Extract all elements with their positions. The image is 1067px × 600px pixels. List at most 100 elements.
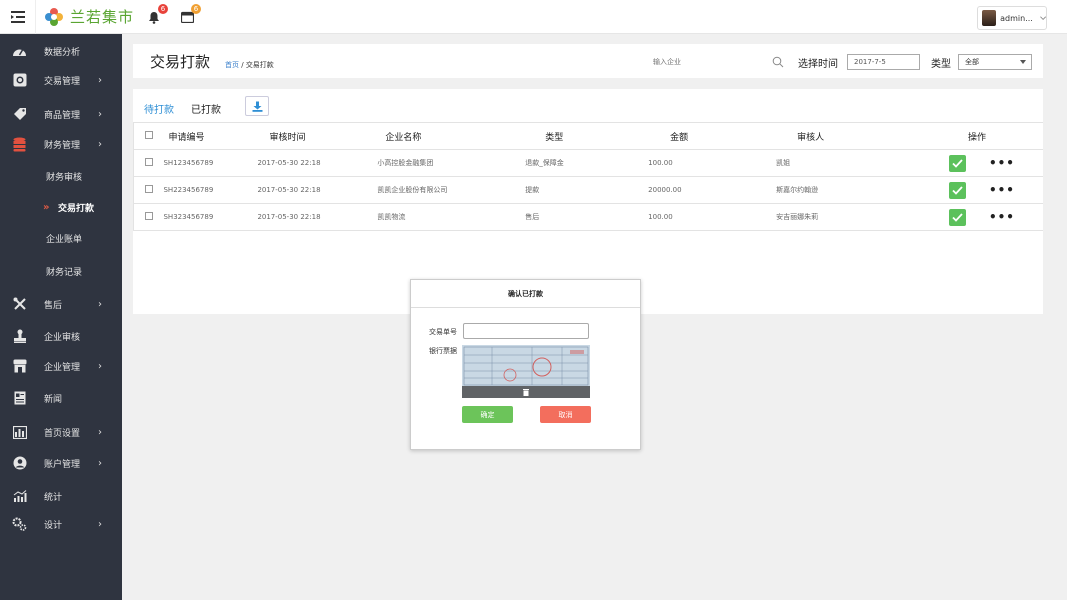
- chevron-right-icon: ›: [98, 426, 102, 438]
- stats-icon: [12, 489, 27, 504]
- chevron-right-icon: ›: [98, 74, 102, 86]
- cell-type: 售后: [525, 203, 649, 231]
- type-filter-label: 类型: [931, 59, 951, 70]
- check-icon: [952, 185, 963, 195]
- approve-button[interactable]: [948, 208, 966, 226]
- bank-receipt-image[interactable]: [462, 345, 590, 398]
- bank-receipt-label: 银行票据: [429, 347, 457, 355]
- sidebar-item-home-settings[interactable]: 首页设置 ›: [0, 420, 122, 444]
- download-button[interactable]: [245, 96, 269, 116]
- brand-logo-icon: [45, 7, 63, 26]
- cell-id: SH123456789: [163, 149, 258, 177]
- sidebar-item-products[interactable]: 商品管理 ›: [0, 102, 122, 126]
- select-all-checkbox[interactable]: [145, 130, 153, 139]
- cell-reviewer: 凯姐: [776, 149, 949, 177]
- cell-company: 小高控股金融集团: [377, 149, 526, 177]
- caret-down-icon: [1020, 60, 1026, 64]
- chevron-right-icon: ›: [98, 457, 102, 469]
- trade-number-label: 交易单号: [429, 328, 457, 336]
- sidebar-item-company-review[interactable]: 企业审核: [0, 324, 122, 348]
- column-header-reviewer: 审核人: [776, 122, 949, 150]
- cell-time: 2017-05-30 22:18: [257, 203, 378, 231]
- check-icon: [952, 212, 963, 222]
- cell-reviewer: 安吉丽娜朱莉: [776, 203, 949, 231]
- date-filter-label: 选择时间: [798, 59, 838, 70]
- column-header-amount: 金额: [648, 122, 777, 150]
- money-icon: [12, 73, 27, 88]
- date-picker-input[interactable]: 2017-7-5: [847, 54, 920, 70]
- type-select-value: 全部: [965, 58, 979, 66]
- dashboard-icon: [12, 44, 27, 59]
- menu-indent-icon: [10, 11, 25, 23]
- approve-button[interactable]: [948, 181, 966, 199]
- sidebar-item-account[interactable]: 账户管理 ›: [0, 451, 122, 475]
- chevron-down-icon: [1039, 15, 1046, 20]
- notifications-button[interactable]: 6: [145, 4, 168, 26]
- breadcrumb-home-link[interactable]: 首页: [225, 61, 239, 69]
- chevron-right-icon: ›: [98, 138, 102, 150]
- download-icon: [252, 101, 262, 112]
- sidebar-subitem-finance-records[interactable]: 财务记录: [0, 260, 122, 282]
- cell-amount: 100.00: [648, 203, 777, 231]
- cogs-icon: [12, 517, 27, 532]
- newspaper-icon: [12, 391, 27, 406]
- calendar-badge: 6: [191, 4, 201, 14]
- trade-number-input[interactable]: [463, 323, 589, 339]
- brand[interactable]: 兰若集市: [44, 6, 134, 27]
- sidebar-item-company-manage[interactable]: 企业管理 ›: [0, 354, 122, 378]
- menu-toggle-button[interactable]: [0, 0, 36, 34]
- tag-icon: [12, 107, 27, 122]
- confirm-payment-dialog: 确认已打款 交易单号 银行票据 确定 取消: [410, 279, 641, 450]
- sidebar-item-data-analysis[interactable]: 数据分析: [0, 39, 122, 63]
- sidebar: 数据分析 交易管理 › 商品管理 › 财务管理 › 财务审核 » 交易打款 企业…: [0, 34, 122, 600]
- brand-name: 兰若集市: [70, 8, 135, 26]
- stamp-icon: [12, 329, 27, 344]
- sidebar-item-trade[interactable]: 交易管理 ›: [0, 68, 122, 92]
- notifications-badge: 6: [158, 4, 168, 14]
- more-actions-button[interactable]: •••: [989, 156, 1015, 170]
- sidebar-item-finance[interactable]: 财务管理 ›: [0, 132, 122, 156]
- avatar: [982, 10, 997, 26]
- sidebar-item-design[interactable]: 设计 ›: [0, 512, 122, 536]
- calendar-button[interactable]: 6: [178, 4, 201, 26]
- user-menu[interactable]: admin...: [977, 6, 1047, 30]
- breadcrumb: 首页 / 交易打款: [225, 60, 274, 70]
- sidebar-item-after-sales[interactable]: 售后 ›: [0, 292, 122, 316]
- sidebar-item-statistics[interactable]: 统计: [0, 484, 122, 508]
- confirm-button[interactable]: 确定: [462, 406, 513, 423]
- column-header-company: 企业名称: [377, 122, 526, 150]
- calendar-icon: [180, 11, 194, 23]
- chevron-right-icon: ›: [98, 298, 102, 310]
- column-header-id: 申请编号: [163, 122, 258, 150]
- receipt-toolbar: [462, 386, 590, 398]
- more-actions-button[interactable]: •••: [989, 183, 1015, 197]
- tools-icon: [12, 297, 27, 312]
- sidebar-item-news[interactable]: 新闻: [0, 386, 122, 410]
- sidebar-subitem-finance-review[interactable]: 财务审核: [0, 165, 122, 187]
- more-actions-button[interactable]: •••: [989, 210, 1015, 224]
- table-header-row: 申请编号 审核时间 企业名称 类型 金额 审核人 操作: [133, 122, 1043, 150]
- cell-id: SH223456789: [163, 176, 258, 204]
- tab-paid[interactable]: 已打款: [191, 101, 221, 116]
- type-select[interactable]: 全部: [958, 54, 1032, 70]
- chevron-right-icon: ›: [98, 108, 102, 120]
- cell-type: 退款_保障金: [525, 149, 649, 177]
- trash-icon[interactable]: [523, 389, 529, 396]
- row-checkbox[interactable]: [145, 185, 153, 193]
- layout-icon: [12, 425, 27, 440]
- row-checkbox[interactable]: [145, 212, 153, 220]
- top-bar: 兰若集市 6 6 admin...: [0, 0, 1067, 34]
- cell-company: 凯凯企业股份有限公司: [377, 176, 526, 204]
- approve-button[interactable]: [948, 154, 966, 172]
- cell-id: SH323456789: [163, 203, 258, 231]
- table-row: SH123456789 2017-05-30 22:18 小高控股金融集团 退款…: [133, 149, 1043, 177]
- page-title: 交易打款: [150, 53, 211, 71]
- row-checkbox[interactable]: [145, 158, 153, 166]
- table-row: SH323456789 2017-05-30 22:18 凯凯物流 售后 100…: [133, 203, 1043, 231]
- cancel-button[interactable]: 取消: [540, 406, 591, 423]
- search-icon[interactable]: [772, 56, 784, 68]
- sidebar-subitem-company-bills[interactable]: 企业账单: [0, 227, 122, 249]
- user-circle-icon: [12, 456, 27, 471]
- sidebar-subitem-trade-payment[interactable]: » 交易打款: [0, 196, 122, 218]
- tab-pending-payment[interactable]: 待打款: [144, 101, 174, 116]
